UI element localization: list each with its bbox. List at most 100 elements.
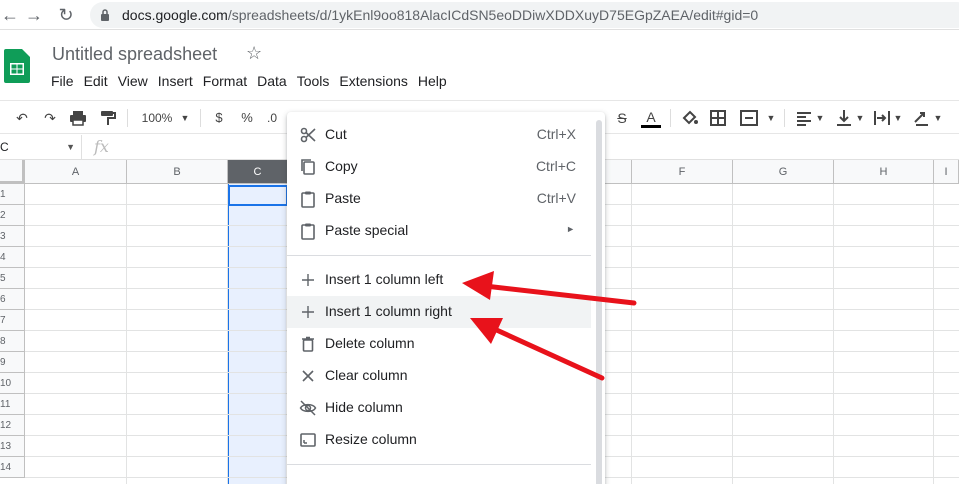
grid-line-vertical: [933, 184, 934, 484]
fx-icon: fx: [94, 137, 109, 156]
fill-color-icon[interactable]: [680, 108, 700, 128]
name-box-value: C: [0, 140, 9, 154]
column-header-f[interactable]: F: [632, 160, 733, 184]
text-rotation-icon[interactable]: [912, 108, 932, 128]
text-wrap-icon[interactable]: [872, 108, 892, 128]
paste-special-icon: [301, 223, 315, 240]
merge-caret-icon[interactable]: ▼: [764, 108, 778, 128]
row-header-10[interactable]: 10: [0, 373, 25, 394]
menu-view[interactable]: View: [113, 72, 153, 92]
menu-insert[interactable]: Insert: [153, 72, 198, 92]
shortcut-label: Ctrl+V: [536, 190, 576, 206]
zoom-select[interactable]: 100%: [140, 108, 174, 128]
menu-item-paste[interactable]: Paste Ctrl+V: [287, 183, 591, 215]
toolbar-divider: [127, 109, 128, 127]
document-title[interactable]: Untitled spreadsheet: [52, 44, 217, 65]
menu-item-cut[interactable]: Cut Ctrl+X: [287, 119, 591, 151]
column-header-h[interactable]: H: [834, 160, 934, 184]
menu-item-resize-column[interactable]: Resize column: [287, 424, 591, 456]
row-header-4[interactable]: 4: [0, 247, 25, 268]
column-header-a[interactable]: A: [25, 160, 127, 184]
redo-icon[interactable]: ↷: [40, 108, 60, 128]
percent-format-button[interactable]: %: [238, 108, 256, 128]
menu-item-paste-special[interactable]: Paste special ►: [287, 215, 591, 247]
strikethrough-icon[interactable]: S: [612, 108, 632, 128]
toolbar-divider: [200, 109, 201, 127]
menu-format[interactable]: Format: [198, 72, 252, 92]
name-box-caret-icon[interactable]: ▼: [66, 135, 75, 159]
undo-icon[interactable]: ↶: [12, 108, 32, 128]
rotation-caret-icon[interactable]: ▼: [932, 108, 944, 128]
submenu-arrow-icon: ►: [566, 224, 575, 234]
menu-help[interactable]: Help: [413, 72, 452, 92]
menu-item-label: Paste special: [325, 222, 409, 238]
row-header-8[interactable]: 8: [0, 331, 25, 352]
row-header-6[interactable]: 6: [0, 289, 25, 310]
text-color-icon[interactable]: A: [640, 108, 662, 128]
menu-item-label: Paste: [325, 190, 361, 206]
row-header-5[interactable]: 5: [0, 268, 25, 289]
merge-cells-icon[interactable]: [738, 108, 760, 128]
paste-icon: [301, 191, 315, 208]
currency-format-button[interactable]: $: [210, 108, 228, 128]
column-header-b[interactable]: B: [127, 160, 228, 184]
star-icon[interactable]: ☆: [246, 43, 262, 64]
row-header-14[interactable]: 14: [0, 457, 25, 478]
menu-item-label: Insert 1 column left: [325, 271, 444, 287]
menu-item-label: Copy: [325, 158, 358, 174]
sheets-logo-icon[interactable]: [4, 49, 30, 83]
back-arrow-icon[interactable]: ←: [0, 5, 20, 25]
column-header-i[interactable]: I: [934, 160, 959, 184]
paint-format-icon[interactable]: [98, 108, 118, 128]
zoom-caret-icon[interactable]: ▼: [178, 108, 192, 128]
row-header-2[interactable]: 2: [0, 205, 25, 226]
menu-item-delete-column[interactable]: Delete column: [287, 328, 591, 360]
align-caret-icon[interactable]: ▼: [814, 108, 826, 128]
selected-column-highlight: [228, 184, 286, 484]
menu-data[interactable]: Data: [252, 72, 292, 92]
menu-item-insert-column-right[interactable]: Insert 1 column right: [287, 296, 591, 328]
menu-item-insert-column-left[interactable]: Insert 1 column left: [287, 264, 591, 296]
name-box[interactable]: C ▼: [0, 135, 82, 160]
menu-item-label: Hide column: [325, 399, 403, 415]
row-header-13[interactable]: 13: [0, 436, 25, 457]
row-header-12[interactable]: 12: [0, 415, 25, 436]
menu-item-hide-column[interactable]: Hide column: [287, 392, 591, 424]
reload-icon[interactable]: ↻: [56, 5, 76, 25]
address-bar[interactable]: docs.google.com/spreadsheets/d/1ykEnl9oo…: [90, 2, 959, 28]
column-header-g[interactable]: G: [733, 160, 834, 184]
wrap-caret-icon[interactable]: ▼: [892, 108, 904, 128]
plus-icon: [302, 274, 314, 286]
grid-line-vertical: [631, 184, 632, 484]
menu-item-clear-column[interactable]: Clear column: [287, 360, 591, 392]
context-menu: Cut Ctrl+X Copy Ctrl+C Paste Ctrl+V Past…: [287, 112, 605, 484]
copy-icon: [301, 159, 315, 175]
menu-edit[interactable]: Edit: [79, 72, 113, 92]
column-header-c[interactable]: C: [228, 160, 288, 184]
valign-caret-icon[interactable]: ▼: [854, 108, 866, 128]
scissors-icon: [300, 127, 316, 143]
vertical-align-icon[interactable]: [834, 108, 854, 128]
menu-extensions[interactable]: Extensions: [334, 72, 412, 92]
menu-tools[interactable]: Tools: [292, 72, 335, 92]
toolbar-divider: [784, 109, 785, 127]
close-icon: [302, 370, 314, 382]
horizontal-align-icon[interactable]: [794, 108, 814, 128]
shortcut-label: Ctrl+X: [536, 126, 576, 142]
forward-arrow-icon[interactable]: →: [24, 5, 44, 25]
select-all-corner[interactable]: [0, 160, 25, 184]
menu-divider: [287, 255, 591, 256]
row-header-3[interactable]: 3: [0, 226, 25, 247]
row-header-9[interactable]: 9: [0, 352, 25, 373]
active-cell[interactable]: [228, 185, 288, 206]
row-header-1[interactable]: 1: [0, 184, 25, 205]
menu-item-copy[interactable]: Copy Ctrl+C: [287, 151, 591, 183]
menu-file[interactable]: File: [46, 72, 79, 92]
row-header-11[interactable]: 11: [0, 394, 25, 415]
row-header-7[interactable]: 7: [0, 310, 25, 331]
menu-scrollbar[interactable]: [596, 120, 602, 484]
print-icon[interactable]: [68, 108, 90, 128]
decrease-decimal-button[interactable]: .0: [262, 108, 282, 128]
svg-text:A: A: [646, 109, 656, 125]
borders-icon[interactable]: [708, 108, 728, 128]
